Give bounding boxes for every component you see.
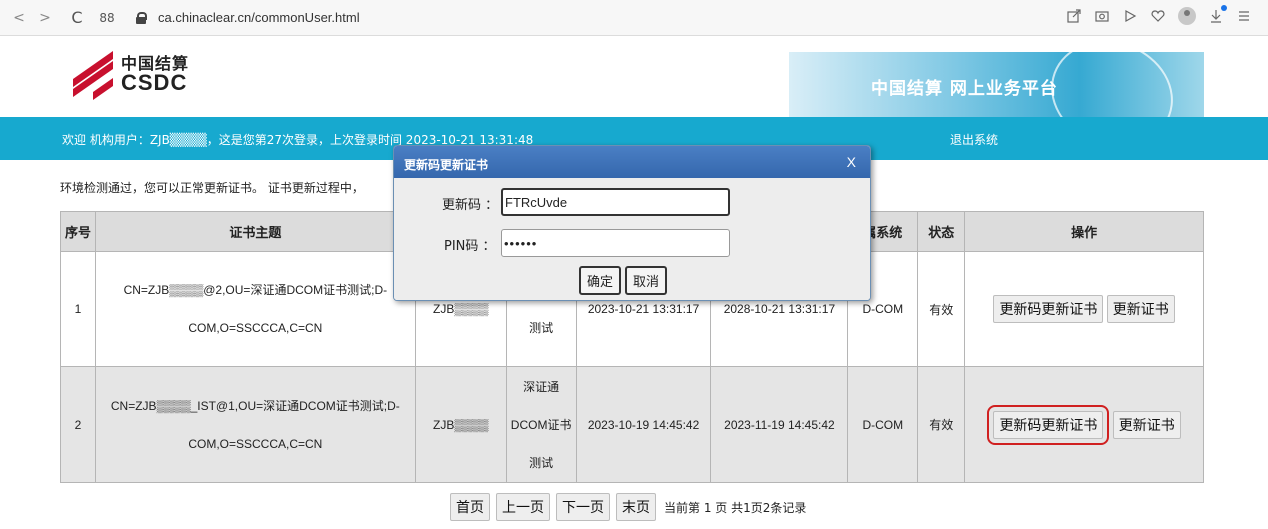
row-operations: 更新码更新证书 更新证书 — [964, 366, 1204, 483]
menu-icon[interactable] — [1236, 8, 1252, 24]
update-code-dialog: 更新码更新证书 X 更新码 ： FTRcUvde PIN码 ： •••••• 确… — [393, 145, 871, 301]
row-operations: 更新码更新证书 更新证书 — [964, 251, 1204, 367]
heart-icon[interactable] — [1150, 8, 1166, 24]
reload-icon[interactable]: C — [66, 7, 88, 29]
prev-page-button[interactable]: 上一页 — [496, 493, 550, 521]
col-header-subject: 证书主题 — [94, 211, 416, 252]
row-type: 深证通 DCOM证书 测试 — [505, 366, 577, 483]
col-header-index: 序号 — [60, 211, 96, 252]
logout-link[interactable]: 退出系统 — [950, 131, 998, 148]
site-header: 中国结算 CSDC 中国结算 网上业务平台 — [0, 36, 1268, 117]
apps-icon[interactable]: 88 — [96, 7, 118, 29]
col-header-operation: 操作 — [964, 211, 1204, 252]
row-index: 1 — [60, 251, 96, 367]
logo-en-text: CSDC — [121, 70, 188, 95]
page-info: 当前第 1 页 共1页2条记录 — [664, 500, 807, 515]
row-subject: CN=ZJB▒▒▒▒_IST@1,OU=深证通DCOM证书测试;D- COM,O… — [94, 366, 416, 483]
row-status: 有效 — [917, 251, 966, 367]
type-line: 测试 — [529, 321, 554, 335]
update-cert-button[interactable]: 更新证书 — [1112, 410, 1181, 439]
browser-toolbar: < > C 88 ca.chinaclear.cn/commonUser.htm… — [0, 0, 1268, 36]
env-check-message: 环境检测通过，您可以正常更新证书。 证书更新过程中， — [60, 181, 364, 195]
row-index: 2 — [60, 366, 96, 483]
type-line: 测试 — [529, 455, 554, 470]
logo-mark-icon — [73, 50, 113, 101]
row-user: ZJB▒▒▒▒ — [414, 366, 507, 483]
col-header-status: 状态 — [917, 211, 966, 252]
update-code-label: 更新码 ： — [442, 198, 499, 213]
subject-line: CN=ZJB▒▒▒▒_IST@1,OU=深证通DCOM证书测试;D- — [110, 398, 400, 413]
table-row: 2 CN=ZJB▒▒▒▒_IST@1,OU=深证通DCOM证书测试;D- COM… — [60, 366, 1204, 483]
update-code-input[interactable]: FTRcUvde — [501, 188, 730, 216]
subject-line: COM,O=SSCCCA,C=CN — [188, 436, 323, 451]
avatar-icon[interactable] — [1178, 7, 1196, 25]
update-cert-button[interactable]: 更新证书 — [1106, 295, 1175, 323]
dialog-title-bar[interactable]: 更新码更新证书 X — [394, 146, 870, 178]
highlight-circle: 更新码更新证书 — [987, 404, 1110, 445]
dialog-body: 更新码 ： FTRcUvde PIN码 ： •••••• 确定 取消 — [394, 178, 870, 300]
confirm-button[interactable]: 确定 — [579, 266, 622, 295]
pin-input[interactable]: •••••• — [501, 229, 730, 257]
back-icon[interactable]: < — [8, 7, 30, 29]
row-status: 有效 — [917, 366, 966, 483]
update-by-code-button[interactable]: 更新码更新证书 — [993, 410, 1104, 439]
address-bar[interactable]: ca.chinaclear.cn/commonUser.html — [158, 10, 360, 25]
type-line: DCOM证书 — [510, 417, 572, 432]
subject-line: CN=ZJB▒▒▒▒@2,OU=深证通DCOM证书测试;D- — [123, 283, 388, 297]
row-system: D-COM — [847, 366, 919, 483]
subject-line: COM,O=SSCCCA,C=CN — [188, 321, 323, 335]
type-line: 深证通 — [523, 379, 560, 394]
lock-icon[interactable] — [136, 11, 147, 24]
close-icon[interactable]: X — [847, 154, 856, 170]
cancel-button[interactable]: 取消 — [625, 266, 668, 295]
csdc-logo: 中国结算 CSDC — [73, 50, 189, 101]
next-page-button[interactable]: 下一页 — [556, 493, 610, 521]
row-end-date: 2023-11-19 14:45:42 — [710, 366, 849, 483]
play-icon[interactable] — [1122, 8, 1138, 24]
banner-title: 中国结算 网上业务平台 — [871, 79, 1058, 99]
first-page-button[interactable]: 首页 — [450, 493, 490, 521]
pagination: 首页 上一页 下一页 末页 当前第 1 页 共1页2条记录 — [450, 493, 806, 521]
pin-label: PIN码 ： — [444, 239, 496, 254]
update-by-code-button[interactable]: 更新码更新证书 — [993, 295, 1104, 323]
forward-icon[interactable]: > — [34, 7, 56, 29]
share-icon[interactable] — [1066, 8, 1082, 24]
header-banner: 中国结算 网上业务平台 — [789, 52, 1204, 117]
last-page-button[interactable]: 末页 — [616, 493, 656, 521]
dialog-title: 更新码更新证书 — [404, 158, 489, 172]
row-subject: CN=ZJB▒▒▒▒@2,OU=深证通DCOM证书测试;D- COM,O=SSC… — [94, 251, 416, 367]
row-start-date: 2023-10-19 14:45:42 — [575, 366, 712, 483]
camera-icon[interactable] — [1094, 8, 1110, 24]
download-icon[interactable] — [1208, 5, 1227, 24]
